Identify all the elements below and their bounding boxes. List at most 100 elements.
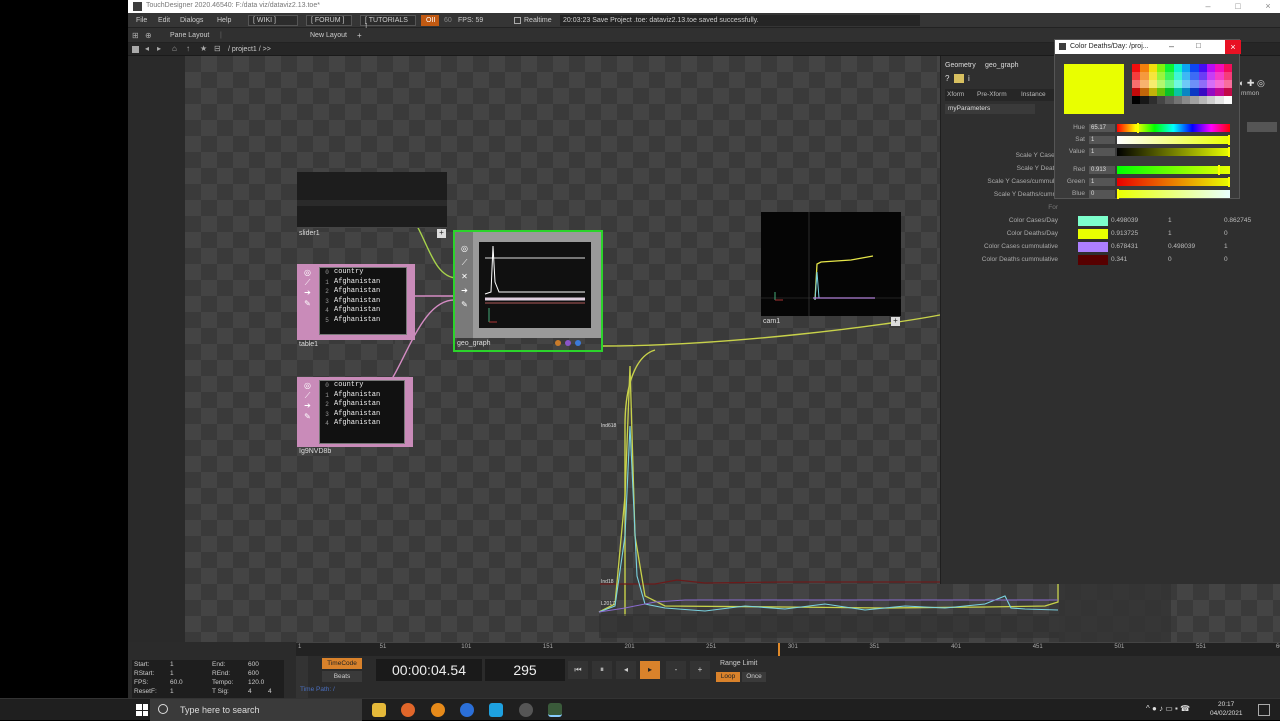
param-op-name[interactable]: geo_graph xyxy=(985,62,1018,69)
palette-swatch[interactable] xyxy=(1140,72,1149,80)
color-param-value[interactable]: 1 xyxy=(1168,217,1172,224)
color-param-swatch[interactable] xyxy=(1078,242,1108,252)
time-settings-panel[interactable]: Start: 1 End: 600 RStart: 1 REnd: 600 FP… xyxy=(132,660,284,698)
palette-swatch[interactable] xyxy=(1198,64,1207,72)
palette-swatch[interactable] xyxy=(1148,72,1157,80)
palette-swatch[interactable] xyxy=(1165,72,1174,80)
palette-swatch[interactable] xyxy=(1132,64,1141,72)
cam1-node[interactable]: cam1 + xyxy=(761,212,901,328)
slider-value-field[interactable]: 1 xyxy=(1089,148,1115,156)
app-icon[interactable] xyxy=(460,703,474,717)
slider-value-field[interactable]: 65.17 xyxy=(1089,124,1115,132)
palette-swatch[interactable] xyxy=(1223,88,1232,96)
palette-swatch[interactable] xyxy=(1223,96,1232,104)
network-path[interactable]: / project1 / >> xyxy=(228,46,271,53)
color-param-value[interactable]: 0 xyxy=(1168,256,1172,263)
palette-swatch[interactable] xyxy=(1148,88,1157,96)
geo-graph-node[interactable]: ◎ ⟋ ✕ ➔ ✎ geo_graph xyxy=(453,230,603,352)
system-tray-icons[interactable]: ^ ● ♪ ▭ ▪ ☎ xyxy=(1146,704,1190,713)
timecode-button[interactable]: TimeCode xyxy=(322,658,362,669)
file-explorer-icon[interactable] xyxy=(372,703,386,717)
tab-common[interactable]: mmon xyxy=(1241,90,1259,97)
lock-icon[interactable]: ➔ xyxy=(302,288,313,297)
fps-value[interactable]: 60.0 xyxy=(170,679,183,686)
bypass-icon[interactable]: ⟋ xyxy=(302,278,313,287)
geo-viewer[interactable] xyxy=(479,242,591,328)
dialog-close-button[interactable]: × xyxy=(1225,40,1241,54)
skype-icon[interactable] xyxy=(489,703,503,717)
palette-swatch[interactable] xyxy=(1223,80,1232,88)
menu-edit[interactable]: Edit xyxy=(158,17,170,24)
play-button[interactable]: ▸ xyxy=(640,661,660,679)
color-param-value[interactable]: 0.862745 xyxy=(1224,217,1251,224)
palette-swatch[interactable] xyxy=(1173,88,1182,96)
color-slider[interactable] xyxy=(1117,189,1230,199)
tab-xform[interactable]: Xform xyxy=(947,91,964,98)
help-icon[interactable]: ? xyxy=(945,74,949,83)
edit-icon[interactable]: ✎ xyxy=(459,300,470,309)
geo-flag-3[interactable] xyxy=(575,340,581,346)
palette-swatch[interactable] xyxy=(1165,64,1174,72)
palette-swatch[interactable] xyxy=(1173,64,1182,72)
tsig-den[interactable]: 4 xyxy=(268,688,272,695)
display-flag-icon[interactable]: ✎ xyxy=(302,412,313,421)
tab-pre-xform[interactable]: Pre-Xform xyxy=(977,91,1007,98)
loop-button[interactable]: Loop xyxy=(716,672,740,682)
blender-icon[interactable] xyxy=(431,703,445,717)
rstart-value[interactable]: 1 xyxy=(170,670,174,677)
oii-indicator[interactable]: OII xyxy=(421,15,439,26)
color-param-swatch[interactable] xyxy=(1078,255,1108,265)
color-param-value[interactable]: 0.913725 xyxy=(1111,230,1138,237)
palette-swatch[interactable] xyxy=(1132,80,1141,88)
color-param-value[interactable]: 1 xyxy=(1224,243,1228,250)
palette-swatch[interactable] xyxy=(1132,72,1141,80)
table2-node[interactable]: ◎ ⟋ ➔ ✎ 0 country 1 Afghanistan 2 Afghanistan… xyxy=(297,377,413,463)
once-button[interactable]: Once xyxy=(742,672,766,682)
taskbar-search-box[interactable]: Type here to search xyxy=(150,699,362,721)
color-param-value[interactable]: 0 xyxy=(1224,230,1228,237)
cam1-add-output-button[interactable]: + xyxy=(891,317,900,326)
notifications-icon[interactable] xyxy=(1258,704,1270,716)
obs-icon[interactable] xyxy=(519,703,533,717)
arrow-icon[interactable]: ➔ xyxy=(459,286,470,295)
palette-swatch[interactable] xyxy=(1215,88,1224,96)
pause-button[interactable]: ⏸ xyxy=(592,661,612,679)
maximize-button[interactable]: □ xyxy=(1226,0,1250,13)
step-minus-button[interactable]: - xyxy=(666,661,686,679)
palette-swatch[interactable] xyxy=(1140,96,1149,104)
timeline-ruler[interactable]: 151101151201251301351401451501551600 xyxy=(296,642,1280,656)
slider-value-field[interactable]: 0 xyxy=(1089,190,1115,198)
palette-swatch[interactable] xyxy=(1132,96,1141,104)
palette-swatch[interactable] xyxy=(1206,80,1216,88)
viewer-active-icon[interactable]: ◎ xyxy=(302,381,313,390)
tab-myparameters[interactable]: myParameters xyxy=(945,104,1035,114)
color-param-value[interactable]: 0.498039 xyxy=(1111,217,1138,224)
tab-instance[interactable]: Instance xyxy=(1021,91,1046,98)
firefox-icon[interactable] xyxy=(401,703,415,717)
slider-handle[interactable] xyxy=(1228,147,1230,157)
palette-swatch[interactable] xyxy=(1223,64,1232,72)
color-param-value[interactable]: 0.498039 xyxy=(1168,243,1195,250)
home-icon[interactable]: ⌂ xyxy=(172,44,177,53)
slider-value-field[interactable]: 1 xyxy=(1089,136,1115,144)
step-back-button[interactable]: ◂ xyxy=(616,661,636,679)
geo-flag-2[interactable] xyxy=(565,340,571,346)
toolbar-icons[interactable]: ◐ ✚ ◎ xyxy=(1239,78,1265,89)
palette-swatch[interactable] xyxy=(1198,80,1207,88)
palette-swatch[interactable] xyxy=(1148,64,1157,72)
palette-swatch[interactable] xyxy=(1140,80,1149,88)
rend-value[interactable]: 600 xyxy=(248,670,259,677)
color-param-value[interactable]: 0 xyxy=(1224,256,1228,263)
color-param-swatch[interactable] xyxy=(1078,216,1108,226)
palette-swatch[interactable] xyxy=(1148,80,1157,88)
palette-swatch[interactable] xyxy=(1190,96,1199,104)
wiki-link[interactable]: [ WIKI ] xyxy=(248,15,298,26)
touchdesigner-taskbar-icon[interactable] xyxy=(548,703,562,717)
palette-swatch[interactable] xyxy=(1215,72,1224,80)
param-field-top[interactable] xyxy=(1247,122,1277,132)
slider-value-field[interactable]: 1 xyxy=(1089,178,1115,186)
resetf-value[interactable]: 1 xyxy=(170,688,174,695)
cam1-viewer[interactable] xyxy=(761,212,901,316)
palette-swatch[interactable] xyxy=(1190,64,1199,72)
palette-swatch[interactable] xyxy=(1181,72,1191,80)
